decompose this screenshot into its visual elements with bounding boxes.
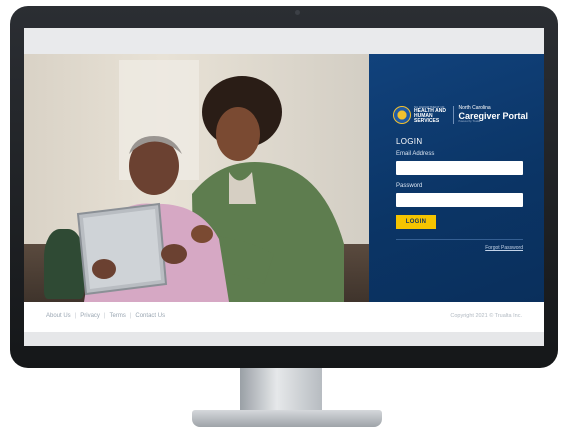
copyright-text: Copyright 2021 © Trualta Inc. — [450, 313, 522, 319]
portal-brand: North Carolina Caregiver Portal Powered … — [458, 106, 528, 123]
dept-line3: HUMAN SERVICES — [414, 113, 440, 124]
dhhs-seal-icon — [393, 106, 411, 124]
footer-separator: | — [129, 313, 132, 319]
login-panel: NC DEPARTMENT OF HEALTH AND HUMAN SERVIC… — [369, 54, 544, 302]
password-label: Password — [396, 183, 423, 189]
footer-separator: | — [103, 313, 106, 319]
email-field[interactable] — [396, 161, 523, 175]
hero-photo — [24, 54, 369, 302]
footer-link-contact[interactable]: Contact Us — [135, 313, 165, 319]
logo-divider — [453, 106, 455, 124]
monitor-bezel: NC DEPARTMENT OF HEALTH AND HUMAN SERVIC… — [10, 6, 558, 368]
bottom-bar — [24, 332, 544, 346]
email-label: Email Address — [396, 151, 435, 157]
webcam-icon — [295, 10, 300, 15]
login-button[interactable]: LOGIN — [396, 215, 436, 229]
monitor-stand-neck — [240, 368, 322, 412]
footer-link-about[interactable]: About Us — [46, 313, 71, 319]
footer-link-privacy[interactable]: Privacy — [80, 313, 100, 319]
footer-links: About Us | Privacy | Terms | Contact Us — [46, 313, 165, 319]
dept-name: NC DEPARTMENT OF HEALTH AND HUMAN SERVIC… — [414, 106, 449, 124]
footer-link-terms[interactable]: Terms — [109, 313, 125, 319]
password-field[interactable] — [396, 193, 523, 207]
portal-logo: NC DEPARTMENT OF HEALTH AND HUMAN SERVIC… — [393, 104, 528, 126]
brand-powered: Powered by Trualta — [458, 120, 481, 124]
forgot-password-link[interactable]: Forgot Password — [396, 245, 523, 251]
panel-divider — [396, 239, 523, 240]
monitor-stand-base — [192, 410, 382, 427]
footer: About Us | Privacy | Terms | Contact Us … — [24, 302, 544, 332]
footer-separator: | — [74, 313, 77, 319]
caregivers-illustration — [76, 76, 344, 302]
login-title: LOGIN — [396, 137, 423, 146]
monitor-screen: NC DEPARTMENT OF HEALTH AND HUMAN SERVIC… — [24, 28, 544, 346]
top-bar — [24, 28, 544, 54]
